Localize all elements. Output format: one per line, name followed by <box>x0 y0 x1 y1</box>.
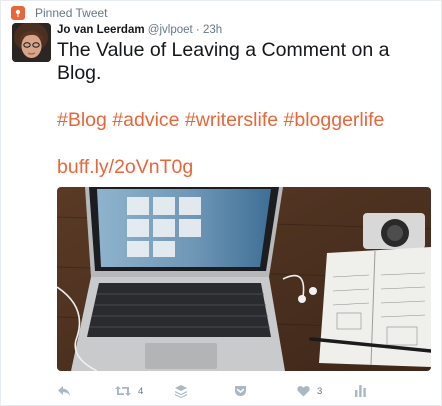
like-count: 3 <box>317 385 323 397</box>
tweet-text: The Value of Leaving a Comment on a Blog… <box>57 39 390 84</box>
pinned-indicator: Pinned Tweet <box>11 5 108 21</box>
buffer-button[interactable] <box>175 382 187 400</box>
pocket-icon <box>234 385 247 397</box>
retweet-button[interactable]: 4 <box>115 382 143 400</box>
tweet-card[interactable]: Pinned Tweet Jo van Leerdam @jvlpoet · 2… <box>0 0 442 406</box>
tweet-timestamp[interactable]: 23h <box>203 24 222 36</box>
avatar[interactable] <box>12 23 51 62</box>
tweet-header: Jo van Leerdam @jvlpoet · 23h <box>57 23 222 37</box>
analytics-button[interactable] <box>355 382 366 400</box>
tweet-photo[interactable] <box>57 187 431 371</box>
pocket-button[interactable] <box>234 382 247 400</box>
reply-icon <box>57 385 71 397</box>
pinned-label: Pinned Tweet <box>35 6 108 20</box>
pin-icon <box>11 6 25 20</box>
heart-icon <box>297 385 310 397</box>
dot-separator: · <box>195 24 200 36</box>
reply-button[interactable] <box>57 382 71 400</box>
analytics-icon <box>355 385 366 397</box>
tweet-link[interactable]: buff.ly/2oVnT0g <box>57 156 193 179</box>
author-handle[interactable]: @jvlpoet <box>148 24 193 36</box>
buffer-icon <box>175 384 187 398</box>
author-name[interactable]: Jo van Leerdam <box>57 24 145 36</box>
tweet-actions: 4 3 <box>57 382 429 400</box>
tweet-hashtags[interactable]: #Blog #advice #writerslife #bloggerlife <box>57 109 384 132</box>
retweet-icon <box>115 385 131 397</box>
retweet-count: 4 <box>138 385 144 397</box>
like-button[interactable]: 3 <box>297 382 322 400</box>
